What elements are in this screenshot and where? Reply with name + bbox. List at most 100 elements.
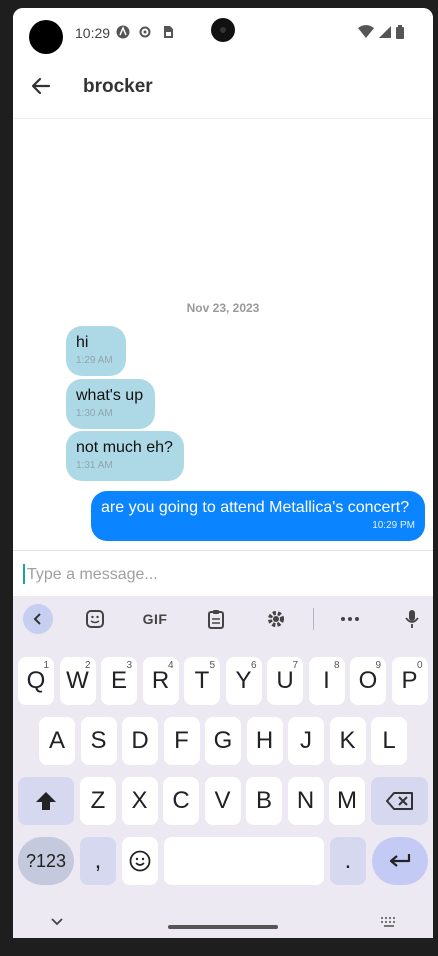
microphone-icon [405,610,419,628]
home-indicator[interactable] [168,925,278,929]
battery-icon [396,25,404,39]
key-label: E [110,667,127,694]
message-bubble-outgoing[interactable]: are you going to attend Metallica's conc… [91,491,425,541]
key-u[interactable]: 7U [267,657,303,705]
notification-avatar [29,20,63,54]
voice-input-button[interactable] [399,604,425,634]
comma-key[interactable]: , [80,837,116,885]
gear-icon [268,611,284,627]
enter-arrow-icon [389,854,411,867]
key-hint: 4 [167,660,174,671]
status-bar: 10:29 [13,8,433,56]
message-time: 10:29 PM [372,520,415,531]
signal-icon [379,26,391,38]
onscreen-keyboard: GIF 1Q2W3E4R5T6Y7U8I9O0P ASDFGHJKL ZXCVB… [13,596,433,938]
key-a[interactable]: A [39,717,75,765]
chat-header: brocker [13,56,433,119]
more-options-button[interactable] [337,604,363,634]
shift-arrow-icon [36,792,56,810]
emoji-icon [129,850,151,872]
key-hint: 9 [375,660,381,671]
key-f[interactable]: F [163,717,200,765]
emoji-key[interactable] [122,837,158,885]
backspace-icon [385,792,413,810]
message-time: 1:31 AM [76,460,113,471]
key-e[interactable]: 3E [101,657,137,705]
hide-keyboard-chevron-icon[interactable] [51,918,63,926]
clipboard-icon [208,610,224,629]
period-key[interactable]: . [330,837,366,885]
key-h[interactable]: H [246,717,283,765]
key-n[interactable]: N [287,777,324,825]
navigation-bar [13,896,433,938]
key-hint: 3 [126,660,132,671]
sticker-icon [86,610,104,628]
keyboard-toolbar: GIF [13,596,433,642]
message-text: not much eh? [76,439,173,456]
enter-key[interactable] [372,837,428,885]
key-x[interactable]: X [121,777,158,825]
key-hint: 5 [209,660,215,671]
more-horizontal-icon [341,617,359,621]
key-b[interactable]: B [246,777,282,825]
message-list[interactable]: Nov 23, 2023 hi 1:29 AM what's up 1:30 A… [13,119,433,549]
key-q[interactable]: 1Q [18,657,54,705]
front-camera [211,18,235,42]
sim-card-icon [164,26,173,38]
key-w[interactable]: 2W [59,657,96,705]
symbols-key[interactable]: ?123 [18,837,74,885]
app-icon [116,25,130,39]
key-s[interactable]: S [80,717,117,765]
key-l[interactable]: L [371,717,407,765]
wifi-icon [358,25,374,38]
shift-key[interactable] [18,777,74,825]
key-y[interactable]: 6Y [225,657,262,705]
settings-status-icon [139,26,151,38]
key-m[interactable]: M [329,777,365,825]
message-text: hi [76,334,89,351]
key-hint: 7 [292,660,298,671]
message-bubble-incoming[interactable]: hi 1:29 AM [66,326,126,376]
clipboard-button[interactable] [203,604,229,634]
sticker-button[interactable] [81,604,109,634]
key-k[interactable]: K [329,717,366,765]
gif-button[interactable]: GIF [138,604,172,634]
date-separator: Nov 23, 2023 [186,301,260,315]
keyboard-switch-icon[interactable] [380,916,398,928]
key-hint: 1 [43,660,49,671]
key-i[interactable]: 8I [308,657,345,705]
key-hint: 2 [84,660,91,671]
key-d[interactable]: D [122,717,158,765]
key-label: I [323,667,330,694]
message-bubble-incoming[interactable]: not much eh? 1:31 AM [66,431,184,481]
key-label: Y [235,667,252,694]
keyboard-settings-button[interactable] [263,604,289,634]
message-input[interactable] [25,559,424,591]
key-z[interactable]: Z [80,777,116,825]
phone-screen: 10:29 brocker Nov 23, 2023 hi 1:29 AM wh… [13,8,433,938]
back-arrow-icon[interactable] [27,72,55,100]
spacebar-key[interactable] [164,837,324,885]
key-r[interactable]: 4R [142,657,179,705]
key-v[interactable]: V [204,777,241,825]
message-time: 1:29 AM [76,355,113,366]
key-hint: 8 [333,660,340,671]
chat-title: brocker [83,76,153,97]
key-label: U [276,667,294,694]
key-label: R [151,667,170,694]
key-label: P [401,667,418,694]
message-bubble-incoming[interactable]: what's up 1:30 AM [66,379,155,429]
key-o[interactable]: 9O [350,657,386,705]
key-label: O [358,667,378,694]
key-t[interactable]: 5T [184,657,220,705]
keyboard-collapse-button[interactable] [23,604,53,634]
key-j[interactable]: J [288,717,324,765]
key-label: W [66,667,89,694]
key-label: Q [26,667,46,694]
key-p[interactable]: 0P [391,657,428,705]
key-hint: 0 [416,660,423,671]
key-g[interactable]: G [205,717,241,765]
backspace-key[interactable] [371,777,428,825]
status-time: 10:29 [75,25,111,41]
key-c[interactable]: C [163,777,199,825]
